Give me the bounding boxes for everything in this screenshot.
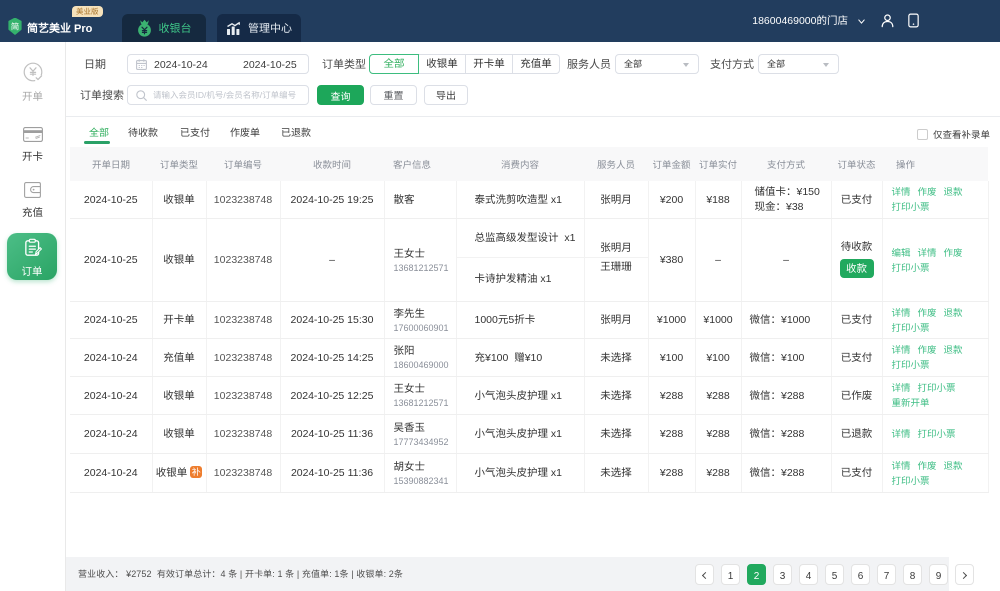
svg-text:简: 简 — [11, 21, 20, 33]
